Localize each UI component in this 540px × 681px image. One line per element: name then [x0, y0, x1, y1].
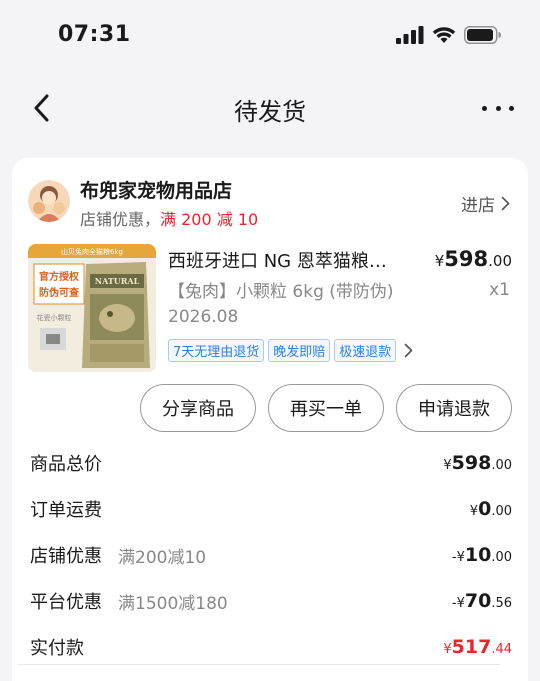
share-product-button[interactable]: 分享商品 [140, 384, 256, 432]
summary-value: -¥70.56 [452, 590, 512, 612]
product-image-sub: 花瓷小颗粒 [37, 313, 72, 322]
action-buttons: 分享商品 再买一单 申请退款 [140, 384, 512, 432]
order-card: 布兜家宠物用品店 店铺优惠，满 200 减 10 进店 山贝兔肉全猫粮6kg 官… [12, 158, 528, 681]
summary-value: -¥10.00 [452, 544, 512, 566]
service-tags[interactable]: 7天无理由退货 晚发即赔 极速退款 [168, 339, 413, 362]
divider [18, 664, 500, 665]
value-integer: 598 [451, 452, 492, 474]
product-image[interactable]: 山贝兔肉全猫粮6kg 官方授权 防伪可查 花瓷小颗粒 NATURAL [28, 244, 156, 372]
price-summary: 商品总价 ¥598.00 订单运费 ¥0.00 店铺优惠 满200减10 -¥1… [30, 440, 512, 670]
value-integer: 517 [451, 636, 492, 658]
value-decimal: .00 [491, 550, 512, 565]
service-tag: 极速退款 [334, 339, 397, 362]
tags-chevron-right-icon[interactable] [404, 343, 413, 358]
shop-promo-prefix: 店铺优惠， [80, 210, 161, 229]
request-refund-button[interactable]: 申请退款 [396, 384, 512, 432]
battery-icon [464, 26, 501, 44]
summary-value: ¥598.00 [443, 452, 512, 474]
currency-symbol: ¥ [443, 458, 452, 473]
product-image-brand: NATURAL [95, 276, 140, 286]
shop-promo-highlight: 满 200 减 10 [160, 210, 259, 229]
product-package-image: 山贝兔肉全猫粮6kg 官方授权 防伪可查 花瓷小颗粒 NATURAL [28, 244, 156, 372]
paid-label: 实付款 [30, 638, 84, 659]
summary-label: 订单运费 [30, 500, 102, 521]
page-title: 待发货 [234, 98, 306, 126]
price-decimal: .00 [488, 252, 512, 270]
price-symbol: ¥ [434, 252, 445, 270]
product-image-badge-line2: 防伪可查 [39, 286, 80, 299]
product-variant: 【兔肉】小颗粒 6kg (带防伪) 2026.08 [168, 282, 394, 327]
summary-row-shop-discount: 店铺优惠 满200减10 -¥10.00 [30, 532, 512, 578]
service-tag: 晚发即赔 [268, 339, 331, 362]
status-icons [396, 26, 502, 44]
currency-symbol: ¥ [456, 596, 465, 611]
nav-bar: 待发货 [0, 78, 540, 138]
summary-row-goods-total: 商品总价 ¥598.00 [30, 440, 512, 486]
summary-label: 商品总价 [30, 454, 102, 475]
value-integer: 10 [464, 544, 492, 566]
value-decimal: .00 [491, 504, 512, 519]
enter-shop-link[interactable]: 进店 [461, 191, 510, 216]
status-time: 07:31 [58, 22, 131, 47]
more-button[interactable] [482, 94, 514, 122]
product-title[interactable]: 西班牙进口 NG 恩萃猫粮… [168, 247, 418, 273]
wifi-icon [432, 27, 456, 43]
product-price: ¥598.00 [435, 247, 512, 271]
summary-sub: 满1500减180 [118, 593, 228, 614]
product-image-label: 山贝兔肉全猫粮6kg [61, 247, 123, 256]
more-dot-icon [509, 105, 514, 111]
cellular-signal-icon [396, 26, 424, 44]
more-dot-icon [482, 105, 487, 111]
product-image-badge-line1: 官方授权 [39, 270, 80, 283]
price-integer: 598 [444, 247, 489, 271]
summary-row-shipping: 订单运费 ¥0.00 [30, 486, 512, 532]
paid-value: ¥517.44 [443, 636, 512, 658]
summary-row-platform-discount: 平台优惠 满1500减180 -¥70.56 [30, 578, 512, 624]
shop-promo: 店铺优惠，满 200 减 10 [80, 206, 258, 230]
chevron-right-icon [405, 343, 413, 358]
currency-symbol: ¥ [443, 642, 452, 657]
summary-label: 平台优惠 [30, 592, 102, 613]
status-bar: 07:31 [0, 0, 540, 70]
currency-symbol: ¥ [456, 550, 465, 565]
shop-avatar[interactable] [28, 180, 70, 222]
summary-label: 店铺优惠 [30, 546, 102, 567]
currency-symbol: ¥ [469, 504, 479, 519]
summary-sub: 满200减10 [118, 547, 207, 568]
value-decimal: .56 [491, 596, 512, 611]
service-tag: 7天无理由退货 [168, 339, 265, 362]
value-integer: 70 [464, 590, 492, 612]
value-decimal: .44 [491, 642, 512, 657]
rebuy-button[interactable]: 再买一单 [268, 384, 384, 432]
value-integer: 0 [478, 498, 492, 520]
more-dot-icon [495, 105, 501, 111]
shop-logo-icon [28, 180, 70, 222]
value-decimal: .00 [491, 458, 512, 473]
chevron-right-icon [501, 196, 510, 211]
summary-value: ¥0.00 [470, 498, 512, 520]
shop-name[interactable]: 布兜家宠物用品店 [80, 176, 232, 203]
enter-shop-label: 进店 [461, 196, 495, 216]
product-quantity: x1 [489, 280, 510, 300]
